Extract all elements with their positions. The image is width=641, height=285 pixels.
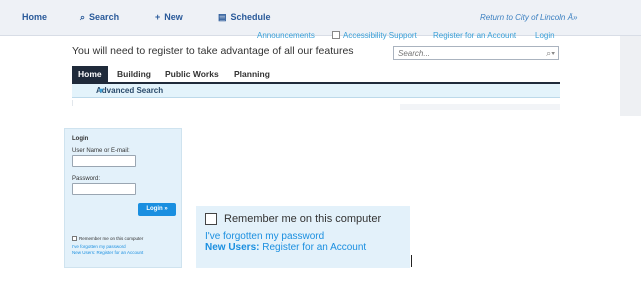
inset-register-link[interactable]: Register for an Account [262, 242, 366, 253]
return-label: Return to City of Lincoln [480, 13, 566, 22]
remember-me-label: Remember me on this computer [79, 236, 144, 241]
inset-remember-label: Remember me on this computer [224, 213, 382, 225]
search-input[interactable] [394, 47, 532, 59]
forgot-password-link[interactable]: I've forgotten my password [72, 244, 126, 249]
return-link[interactable]: Return to City of Lincoln Ä» [480, 13, 577, 22]
password-field[interactable] [73, 191, 135, 201]
new-users-row: New Users: Register for an Account [72, 250, 143, 255]
return-glyph: Ä» [567, 13, 578, 22]
password-label: Password: [72, 176, 101, 182]
username-label: User Name or E-mail: [72, 148, 130, 154]
nav-search-label: Search [89, 12, 120, 22]
search-dropdown-icon[interactable]: ⌕▾ [546, 47, 555, 59]
remember-me-checkbox[interactable] [72, 236, 77, 241]
username-field[interactable] [73, 163, 135, 173]
nav-schedule[interactable]: ▤ Schedule [218, 12, 271, 23]
caret-down-icon: ▾ [99, 86, 104, 95]
inset-remember-checkbox[interactable] [205, 213, 217, 225]
login-button[interactable]: Login » [138, 203, 176, 216]
inset-new-users-row: New Users: Register for an Account [205, 242, 366, 253]
nav-new-label: New [164, 12, 183, 22]
scrollbar[interactable] [620, 36, 641, 116]
announcements-link[interactable]: Announcements [257, 31, 315, 40]
nav-search[interactable]: ⌕ Search [80, 12, 119, 23]
tab-home[interactable]: Home [72, 66, 108, 82]
accessibility-checkbox[interactable] [332, 31, 340, 39]
plus-icon: + [155, 12, 161, 22]
advanced-search-bar: Advanced Search ▾ [72, 84, 560, 98]
nav-new[interactable]: + New [155, 12, 183, 22]
tab-public-works[interactable]: Public Works [159, 66, 225, 82]
new-users-prefix: New Users: [72, 250, 96, 255]
search-icon: ⌕ [80, 12, 86, 22]
advanced-search-label: Advanced Search [96, 86, 164, 95]
username-field-box [72, 155, 136, 173]
accessibility-label: Accessibility Support [343, 31, 417, 40]
register-link[interactable]: Register for an Account [433, 31, 516, 40]
tab-planning[interactable]: Planning [228, 66, 276, 82]
content-strip-right [400, 104, 560, 110]
search-box: ⌕▾ [393, 46, 559, 60]
tab-building[interactable]: Building [111, 66, 157, 82]
remember-me-row[interactable]: Remember me on this computer [72, 236, 143, 241]
nav-schedule-label: Schedule [230, 12, 271, 22]
calendar-icon: ▤ [218, 12, 227, 22]
intro-text: You will need to register to take advant… [72, 45, 354, 57]
inset-new-users-prefix: New Users: [205, 242, 260, 253]
password-field-box [72, 183, 136, 201]
login-title: Login [72, 136, 89, 142]
login-link[interactable]: Login [535, 31, 555, 40]
nav-home[interactable]: Home [22, 12, 47, 22]
accessibility-toggle[interactable]: Accessibility Support [332, 31, 417, 40]
text-cursor [411, 255, 412, 267]
inset-forgot-password-link[interactable]: I've forgotten my password [205, 231, 324, 242]
register-account-link[interactable]: Register for an Account [97, 250, 144, 255]
